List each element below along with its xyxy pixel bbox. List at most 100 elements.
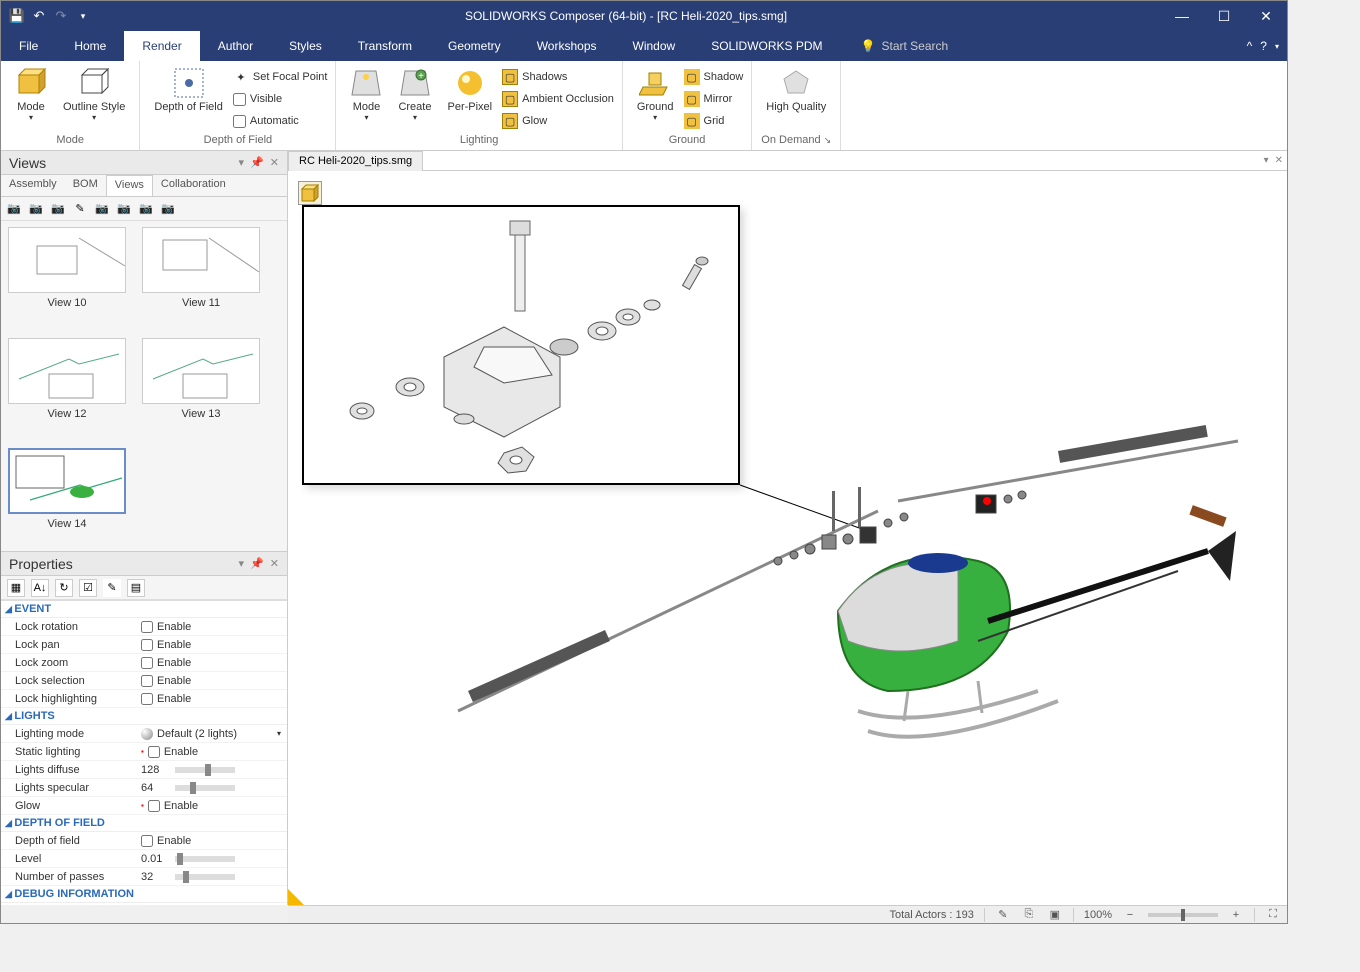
status-icon-1[interactable]: ✎ (995, 908, 1011, 922)
outline-style-button[interactable]: Outline Style▾ (57, 65, 131, 124)
menu-geometry[interactable]: Geometry (430, 31, 519, 61)
thumb-view-11[interactable] (142, 227, 260, 293)
prop-options-icon[interactable]: ▾ (239, 557, 245, 570)
menu-file[interactable]: File (1, 31, 56, 61)
prop-lights-diffuse[interactable]: Lights diffuse128 (1, 761, 287, 779)
per-pixel-button[interactable]: Per-Pixel (441, 65, 498, 115)
collapse-ribbon-icon[interactable]: ^ (1247, 39, 1253, 53)
panel-options-icon[interactable]: ▾ (239, 156, 245, 169)
zoom-slider[interactable] (1148, 913, 1218, 917)
menu-styles[interactable]: Styles (271, 31, 340, 61)
section-event[interactable]: EVENT (1, 600, 287, 618)
section-debug[interactable]: DEBUG INFORMATION (1, 886, 287, 903)
menu-workshops[interactable]: Workshops (519, 31, 615, 61)
prop-tool-4-icon[interactable]: ☑ (79, 579, 97, 597)
ground-shadow-button[interactable]: ▢Shadow (684, 67, 744, 87)
thumb-view-12[interactable] (8, 338, 126, 404)
views-tool-2-icon[interactable]: 📷 (27, 200, 45, 218)
set-focal-point-button[interactable]: ✦Set Focal Point (233, 67, 328, 87)
depth-of-field-button[interactable]: Depth of Field (148, 65, 228, 115)
panel-pin-icon[interactable]: 📌 (250, 156, 264, 169)
dof-visible-checkbox[interactable]: Visible (233, 89, 328, 109)
menu-author[interactable]: Author (200, 31, 271, 61)
doc-close-icon[interactable]: ✕ (1275, 155, 1283, 166)
prop-lock-pan[interactable]: Lock panEnable (1, 636, 287, 654)
prop-tool-2-icon[interactable]: A↓ (31, 579, 49, 597)
prop-lock-selection[interactable]: Lock selectionEnable (1, 672, 287, 690)
status-icon-3[interactable]: ▣ (1047, 908, 1063, 922)
undo-icon[interactable]: ↶ (31, 8, 47, 24)
prop-lights-specular[interactable]: Lights specular64 (1, 779, 287, 797)
status-fullscreen-icon[interactable]: ⛶ (1265, 908, 1281, 922)
close-button[interactable]: ✕ (1245, 1, 1287, 31)
ambient-occlusion-button[interactable]: ▢Ambient Occlusion (502, 89, 614, 109)
document-tab[interactable]: RC Heli-2020_tips.smg (288, 151, 423, 171)
prop-lock-rotation[interactable]: Lock rotationEnable (1, 618, 287, 636)
prop-close-icon[interactable]: ✕ (270, 557, 279, 570)
ground-button[interactable]: Ground▾ (631, 65, 680, 124)
tab-assembly[interactable]: Assembly (1, 175, 65, 196)
save-icon[interactable]: 💾 (9, 8, 25, 24)
ground-grid-button[interactable]: ▢Grid (684, 111, 744, 131)
redo-icon[interactable]: ↷ (53, 8, 69, 24)
helicopter-model[interactable] (418, 391, 1258, 791)
tab-collaboration[interactable]: Collaboration (153, 175, 234, 196)
views-tool-5-icon[interactable]: 📷 (93, 200, 111, 218)
help-icon[interactable]: ? (1260, 39, 1267, 53)
menu-render[interactable]: Render (124, 31, 199, 61)
prop-lighting-mode[interactable]: Lighting modeDefault (2 lights)▾ (1, 725, 287, 743)
main-viewport[interactable]: RC Heli-2020_tips.smg ▾ ✕ (288, 151, 1287, 905)
prop-dof-level[interactable]: Level0.01 (1, 850, 287, 868)
prop-tool-5-icon[interactable]: ✎ (103, 579, 121, 597)
help-dropdown-icon[interactable]: ▾ (1275, 42, 1279, 51)
maximize-button[interactable]: ☐ (1203, 1, 1245, 31)
thumb-view-10[interactable] (8, 227, 126, 293)
menu-pdm[interactable]: SOLIDWORKS PDM (693, 31, 840, 61)
prop-tool-1-icon[interactable]: ▦ (7, 579, 25, 597)
prop-glow[interactable]: Glow▪Enable (1, 797, 287, 815)
thumb-view-13[interactable] (142, 338, 260, 404)
prop-pin-icon[interactable]: 📌 (250, 557, 264, 570)
lighting-mode-button[interactable]: Mode▾ (344, 65, 388, 124)
doc-dropdown-icon[interactable]: ▾ (1264, 155, 1269, 166)
menu-transform[interactable]: Transform (340, 31, 430, 61)
ground-mirror-button[interactable]: ▢Mirror (684, 89, 744, 109)
thumb-view-14[interactable] (8, 448, 126, 514)
glow-button[interactable]: ▢Glow (502, 111, 614, 131)
views-tool-8-icon[interactable]: 📷 (159, 200, 177, 218)
prop-lock-highlighting[interactable]: Lock highlightingEnable (1, 690, 287, 708)
prop-cad-source[interactable]: CAD source fileC:\1-SW Demos\SolidW... (1, 903, 287, 905)
mode-button[interactable]: Mode▾ (9, 65, 53, 124)
views-tool-7-icon[interactable]: 📷 (137, 200, 155, 218)
views-tool-4-icon[interactable]: ✎ (71, 200, 89, 218)
prop-static-lighting[interactable]: Static lighting▪Enable (1, 743, 287, 761)
viewport-canvas[interactable] (288, 171, 1287, 905)
section-lights[interactable]: LIGHTS (1, 708, 287, 725)
views-tool-6-icon[interactable]: 📷 (115, 200, 133, 218)
minimize-button[interactable]: — (1161, 1, 1203, 31)
menu-window[interactable]: Window (615, 31, 694, 61)
zoom-out-icon[interactable]: − (1122, 908, 1138, 922)
views-tool-1-icon[interactable]: 📷 (5, 200, 23, 218)
shadows-button[interactable]: ▢Shadows (502, 67, 614, 87)
ribbon-group-lighting-label: Lighting (344, 132, 613, 146)
tab-bom[interactable]: BOM (65, 175, 106, 196)
qat-dropdown-icon[interactable]: ▾ (75, 8, 91, 24)
dof-automatic-checkbox[interactable]: Automatic (233, 111, 328, 131)
panel-close-icon[interactable]: ✕ (270, 156, 279, 169)
views-tool-3-icon[interactable]: 📷 (49, 200, 67, 218)
lighting-create-button[interactable]: + Create▾ (392, 65, 437, 124)
status-icon-2[interactable]: ⎘ (1021, 908, 1037, 922)
search-box[interactable]: 💡 Start Search (861, 31, 949, 61)
high-quality-button[interactable]: High Quality (760, 65, 832, 115)
section-dof[interactable]: DEPTH OF FIELD (1, 815, 287, 832)
menu-home[interactable]: Home (56, 31, 124, 61)
prop-dof-enable[interactable]: Depth of fieldEnable (1, 832, 287, 850)
prop-lock-zoom[interactable]: Lock zoomEnable (1, 654, 287, 672)
corner-flag-icon[interactable] (288, 889, 304, 905)
prop-tool-6-icon[interactable]: ▤ (127, 579, 145, 597)
tab-views[interactable]: Views (106, 175, 153, 196)
prop-tool-3-icon[interactable]: ↻ (55, 579, 73, 597)
zoom-in-icon[interactable]: + (1228, 908, 1244, 922)
prop-dof-passes[interactable]: Number of passes32 (1, 868, 287, 886)
